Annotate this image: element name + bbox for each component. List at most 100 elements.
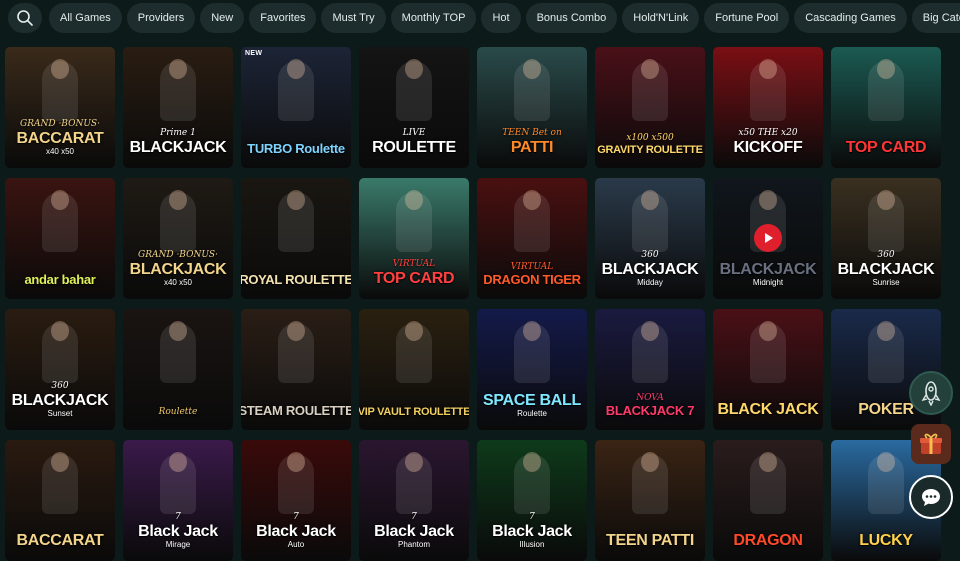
game-tile[interactable]: BLACK JACK: [713, 309, 823, 430]
game-tile[interactable]: 7 Black Jack Mirage: [123, 440, 233, 561]
game-grid: GRAND ·BONUS· BACCARAT x40 x50 Prime 1 BLACK…: [5, 47, 941, 561]
game-tile[interactable]: 7 Black Jack Phantom: [359, 440, 469, 561]
search-button[interactable]: [8, 3, 42, 33]
game-subtitle: Roulette: [158, 407, 198, 417]
game-artwork: [632, 321, 668, 383]
game-title: TURBO Roulette: [247, 141, 345, 156]
game-tile[interactable]: SPACE BALL Roulette: [477, 309, 587, 430]
game-title: BLACKJACK 7: [605, 403, 695, 418]
category-chip[interactable]: Big Catch: [911, 3, 960, 33]
category-bar: All Games Providers New Favorites Must Try Mo…: [0, 0, 960, 36]
category-chip[interactable]: Cascading Games: [794, 3, 907, 33]
game-title: TEEN PATTI: [606, 532, 694, 549]
game-tile[interactable]: NEW TURBO Roulette: [241, 47, 351, 168]
game-title: GRAVITY ROULETTE: [597, 144, 703, 156]
game-tile[interactable]: TOP CARD: [831, 47, 941, 168]
game-tile[interactable]: 360 BLACKJACK Midday: [595, 178, 705, 299]
game-tile[interactable]: NOVA BLACKJACK 7: [595, 309, 705, 430]
game-artwork: [42, 190, 78, 252]
game-title: Black Jack: [492, 523, 572, 540]
game-artwork: [750, 452, 786, 514]
game-artwork: [750, 59, 786, 121]
category-chip[interactable]: Hot: [481, 3, 521, 33]
game-artwork: [514, 321, 550, 383]
category-chip[interactable]: All Games: [49, 3, 122, 33]
game-tagline: Illusion: [519, 540, 545, 549]
game-tile[interactable]: LIVE ROULETTE: [359, 47, 469, 168]
game-tile[interactable]: BLACKJACK Midnight: [713, 178, 823, 299]
category-chip[interactable]: Providers: [126, 3, 196, 33]
game-title: BLACKJACK: [601, 261, 699, 278]
game-tile[interactable]: TEEN Bet on PATTI: [477, 47, 587, 168]
game-tile[interactable]: GRAND ·BONUS· BACCARAT x40 x50: [5, 47, 115, 168]
category-chip[interactable]: Monthly TOP: [390, 3, 477, 33]
game-title: andar bahar: [24, 272, 96, 287]
play-button[interactable]: [754, 224, 782, 252]
game-artwork: [278, 190, 314, 252]
game-title: TOP CARD: [845, 139, 927, 156]
game-tile[interactable]: VIRTUAL DRAGON TIGER: [477, 178, 587, 299]
category-chip[interactable]: Favorites: [249, 3, 317, 33]
game-artwork: [42, 321, 78, 383]
game-artwork: [868, 190, 904, 252]
game-tile[interactable]: STEAM ROULETTE: [241, 309, 351, 430]
game-title: BLACKJACK: [129, 261, 227, 278]
game-artwork: [750, 321, 786, 383]
game-tile[interactable]: VIP VAULT ROULETTE: [359, 309, 469, 430]
game-artwork: [396, 190, 432, 252]
game-subtitle: x100 x500: [626, 133, 674, 143]
game-title: Black Jack: [256, 523, 336, 540]
game-tile[interactable]: DRAGON: [713, 440, 823, 561]
game-tile[interactable]: GRAND ·BONUS· BLACKJACK x40 x50: [123, 178, 233, 299]
game-artwork: [160, 452, 196, 514]
game-tile[interactable]: Prime 1 BLACKJACK: [123, 47, 233, 168]
rocket-button[interactable]: [909, 371, 953, 415]
game-title: STEAM ROULETTE: [241, 403, 351, 418]
game-tile[interactable]: 7 Black Jack Illusion: [477, 440, 587, 561]
new-badge: NEW: [245, 50, 263, 57]
game-tagline: Sunset: [47, 409, 73, 418]
game-tile[interactable]: VIRTUAL TOP CARD: [359, 178, 469, 299]
game-tagline: Midnight: [752, 278, 784, 287]
category-chip[interactable]: New: [200, 3, 245, 33]
gift-icon: [920, 433, 942, 454]
game-title: VIP VAULT ROULETTE: [359, 406, 469, 418]
category-chip[interactable]: Hold'N'Link: [622, 3, 700, 33]
chat-button[interactable]: [909, 475, 953, 519]
game-tagline: Mirage: [165, 540, 191, 549]
category-chip[interactable]: Must Try: [321, 3, 386, 33]
game-tile[interactable]: TEEN PATTI: [595, 440, 705, 561]
game-tile[interactable]: x50 THE x20 KICKOFF: [713, 47, 823, 168]
game-artwork: [42, 59, 78, 121]
game-artwork: [514, 452, 550, 514]
gift-button[interactable]: [911, 424, 951, 464]
game-tile[interactable]: BACCARAT: [5, 440, 115, 561]
game-title: BLACKJACK: [129, 139, 227, 156]
game-artwork: [278, 59, 314, 121]
game-artwork: [632, 452, 668, 514]
game-subtitle: 7: [175, 512, 181, 522]
game-tile[interactable]: 360 BLACKJACK Sunset: [5, 309, 115, 430]
game-artwork: [514, 59, 550, 121]
game-subtitle: 360: [51, 381, 69, 391]
game-tile[interactable]: 360 BLACKJACK Sunrise: [831, 178, 941, 299]
game-title: BACCARAT: [16, 130, 104, 147]
game-artwork: [160, 321, 196, 383]
game-tile[interactable]: Roulette: [123, 309, 233, 430]
game-title: DRAGON: [733, 532, 803, 549]
game-tile[interactable]: ROYAL ROULETTE: [241, 178, 351, 299]
game-subtitle: 7: [411, 512, 417, 522]
game-title: BLACK JACK: [717, 401, 819, 418]
game-title: ROYAL ROULETTE: [241, 272, 351, 287]
game-tagline: Phantom: [397, 540, 431, 549]
game-subtitle: 360: [877, 250, 895, 260]
game-tile[interactable]: x100 x500 GRAVITY ROULETTE: [595, 47, 705, 168]
category-chip[interactable]: Bonus Combo: [525, 3, 618, 33]
game-subtitle: Prime 1: [160, 128, 196, 138]
game-tile[interactable]: andar bahar: [5, 178, 115, 299]
game-tile[interactable]: 7 Black Jack Auto: [241, 440, 351, 561]
search-icon: [17, 10, 33, 26]
game-artwork: [396, 452, 432, 514]
category-chip[interactable]: Fortune Pool: [704, 3, 790, 33]
game-artwork: [160, 59, 196, 121]
